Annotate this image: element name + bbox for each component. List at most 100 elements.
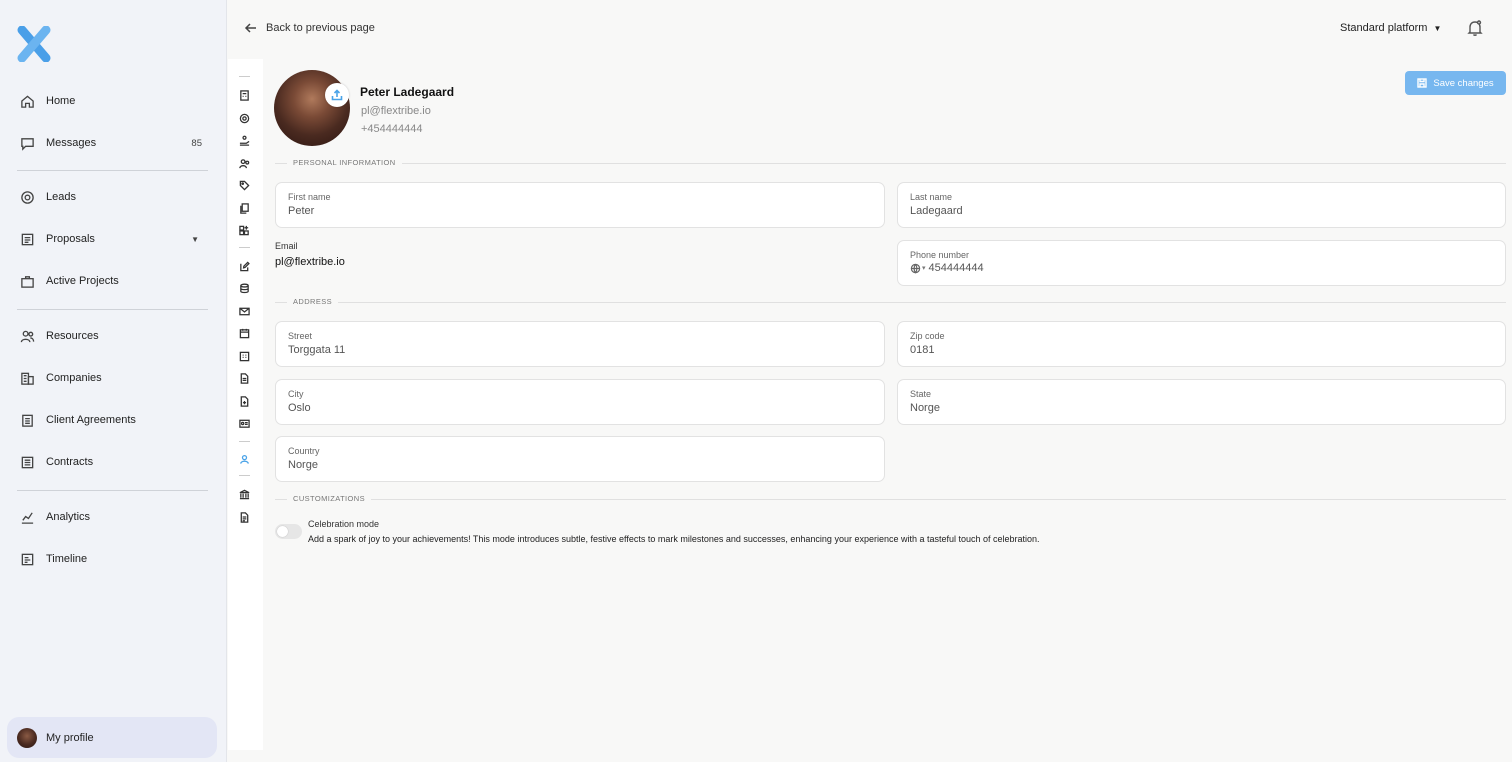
my-profile-label: My profile xyxy=(46,731,94,744)
rail-database-icon[interactable] xyxy=(237,281,251,295)
nav-home-label: Home xyxy=(46,95,76,107)
rail-mail-icon[interactable] xyxy=(237,304,251,318)
notifications-bell-icon[interactable] xyxy=(1466,19,1484,37)
field-label: Street xyxy=(288,331,313,341)
rail-edit-icon[interactable] xyxy=(237,259,251,273)
messages-count-badge: 85 xyxy=(191,137,202,149)
phone-number-field[interactable]: Phone number ▾ 454444444 xyxy=(897,240,1506,286)
rail-tag-icon[interactable] xyxy=(237,178,251,192)
section-title: PERSONAL INFORMATION xyxy=(287,158,402,167)
platform-selector[interactable]: Standard platform ▼ xyxy=(1340,22,1441,34)
field-value: Peter xyxy=(288,205,315,217)
nav-active-projects[interactable]: Active Projects xyxy=(19,271,209,291)
rail-file-add-icon[interactable] xyxy=(237,394,251,408)
nav-leads[interactable]: Leads xyxy=(19,187,209,207)
nav-timeline[interactable]: Timeline xyxy=(19,549,209,569)
avatar xyxy=(17,727,37,748)
celebration-mode-description: Add a spark of joy to your achievements!… xyxy=(308,534,1040,544)
rail-user-group-icon[interactable] xyxy=(237,156,251,170)
rail-calendar-icon[interactable] xyxy=(237,326,251,340)
document-icon xyxy=(19,231,35,247)
rail-divider xyxy=(239,475,250,476)
nav-client-agreements[interactable]: Client Agreements xyxy=(19,410,209,430)
field-label: State xyxy=(910,389,932,399)
briefcase-icon xyxy=(19,273,35,289)
toggle-knob xyxy=(277,526,288,537)
nav-timeline-label: Timeline xyxy=(46,553,88,565)
nav-resources-label: Resources xyxy=(46,330,99,342)
city-field[interactable]: City Oslo xyxy=(275,379,885,425)
save-changes-button[interactable]: Save changes xyxy=(1405,71,1506,95)
home-icon xyxy=(19,93,35,109)
nav-analytics[interactable]: Analytics xyxy=(19,507,209,527)
rail-copy-icon[interactable] xyxy=(237,201,251,215)
email-label: Email xyxy=(275,241,298,251)
back-label: Back to previous page xyxy=(266,22,375,34)
email-value: pl@flextribe.io xyxy=(275,256,345,268)
country-field[interactable]: Country Norge xyxy=(275,436,885,482)
country-code-chevron-icon[interactable]: ▾ xyxy=(922,264,926,272)
rail-calculator-icon[interactable] xyxy=(237,88,251,102)
rail-divider xyxy=(239,76,250,77)
users-icon xyxy=(19,328,35,344)
rail-calendar-grid-icon[interactable] xyxy=(237,349,251,363)
field-label: Last name xyxy=(910,192,953,202)
nav-proposals-label: Proposals xyxy=(46,233,95,245)
rail-settings-icon[interactable] xyxy=(237,111,251,125)
rail-bank-icon[interactable] xyxy=(237,487,251,501)
at-icon xyxy=(19,189,35,205)
chevron-down-icon: ▼ xyxy=(1433,23,1442,33)
field-label: Zip code xyxy=(910,331,945,341)
field-value: 454444444 xyxy=(928,262,984,274)
nav-resources[interactable]: Resources xyxy=(19,326,209,346)
platform-label: Standard platform xyxy=(1340,22,1428,34)
street-field[interactable]: Street Torggata 11 xyxy=(275,321,885,367)
rail-add-apps-icon[interactable] xyxy=(237,223,251,237)
nav-contracts-label: Contracts xyxy=(46,456,94,468)
rail-invoice-icon[interactable] xyxy=(237,510,251,524)
nav-messages[interactable]: Messages 85 xyxy=(19,133,209,153)
upload-photo-button[interactable] xyxy=(325,83,349,107)
field-label: First name xyxy=(288,192,331,202)
field-label: Phone number xyxy=(910,250,970,260)
flextribe-logo[interactable] xyxy=(16,25,52,63)
profile-avatar xyxy=(274,70,350,146)
rail-file-icon[interactable] xyxy=(237,371,251,385)
nav-leads-label: Leads xyxy=(46,191,76,203)
field-value: Oslo xyxy=(288,402,311,414)
upload-icon xyxy=(331,89,343,101)
clipboard-icon xyxy=(19,412,35,428)
field-value: Torggata 11 xyxy=(288,344,346,356)
nav-analytics-label: Analytics xyxy=(46,511,91,523)
nav-contracts[interactable]: Contracts xyxy=(19,452,209,472)
last-name-field[interactable]: Last name Ladegaard xyxy=(897,182,1506,228)
nav-proposals[interactable]: Proposals ▼ xyxy=(19,229,209,249)
state-field[interactable]: State Norge xyxy=(897,379,1506,425)
zip-code-field[interactable]: Zip code 0181 xyxy=(897,321,1506,367)
globe-phone-icon[interactable] xyxy=(910,263,921,274)
section-address: ADDRESS xyxy=(275,297,1506,307)
celebration-mode-toggle[interactable] xyxy=(275,524,302,539)
rail-user-icon-active[interactable] xyxy=(237,452,251,466)
field-value: Norge xyxy=(288,459,318,471)
first-name-field[interactable]: First name Peter xyxy=(275,182,885,228)
nav-active-projects-label: Active Projects xyxy=(46,275,119,287)
nav-companies[interactable]: Companies xyxy=(19,368,209,388)
field-value: 0181 xyxy=(910,344,935,356)
chevron-down-icon[interactable]: ▼ xyxy=(191,235,199,244)
section-personal-information: PERSONAL INFORMATION xyxy=(275,158,1506,168)
chart-icon xyxy=(19,509,35,525)
section-title: ADDRESS xyxy=(287,297,339,306)
message-icon xyxy=(19,135,35,151)
save-changes-label: Save changes xyxy=(1433,77,1494,89)
field-label: City xyxy=(288,389,304,399)
my-profile-button[interactable]: My profile xyxy=(7,717,217,758)
nav-home[interactable]: Home xyxy=(19,91,209,111)
section-customizations: CUSTOMIZATIONS xyxy=(275,494,1506,504)
nav-client-agreements-label: Client Agreements xyxy=(46,414,136,426)
profile-phone: +454444444 xyxy=(361,123,423,135)
back-link[interactable]: Back to previous page xyxy=(244,21,375,35)
rail-hand-coin-icon[interactable] xyxy=(237,133,251,147)
section-title: CUSTOMIZATIONS xyxy=(287,494,371,503)
rail-id-card-icon[interactable] xyxy=(237,416,251,430)
